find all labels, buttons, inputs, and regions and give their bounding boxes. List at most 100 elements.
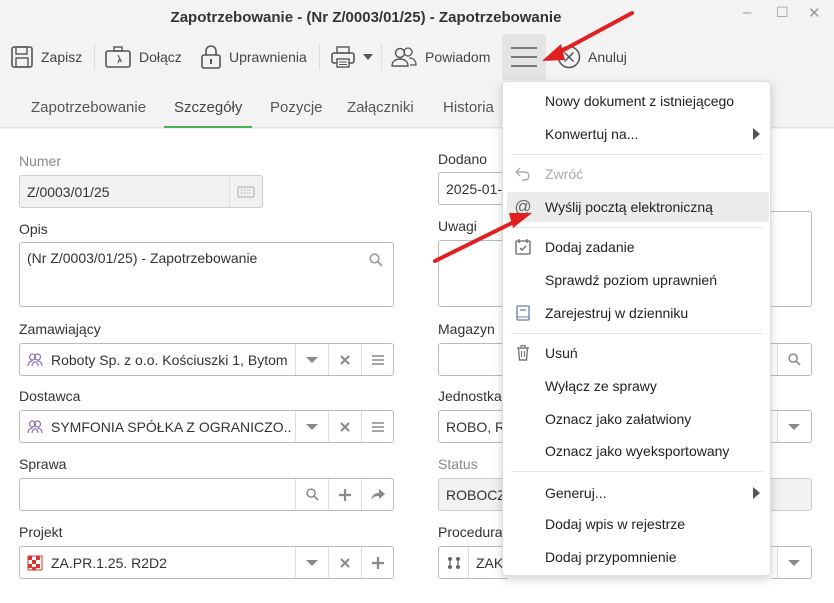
search-icon xyxy=(787,353,801,366)
menu-separator xyxy=(511,471,763,472)
numbering-button[interactable] xyxy=(229,176,262,207)
attach-button[interactable]: Dołącz xyxy=(104,42,182,72)
uwagi-label: Uwagi xyxy=(438,218,477,234)
menu-item-label: Dodaj zadanie xyxy=(545,239,635,255)
close-circle-icon xyxy=(557,45,581,69)
menu-item-label: Dodaj wpis w rejestrze xyxy=(545,516,686,532)
search-icon[interactable] xyxy=(369,253,383,267)
close-icon xyxy=(340,421,350,432)
tab-pozycje[interactable]: Pozycje xyxy=(270,82,323,128)
chevron-down-icon xyxy=(306,356,318,363)
add-button[interactable] xyxy=(361,547,394,578)
clear-button[interactable] xyxy=(328,344,361,375)
notify-button[interactable]: Powiadom xyxy=(390,42,490,72)
opis-field[interactable]: (Nr Z/0003/01/25) - Zapotrzebowanie xyxy=(19,242,394,307)
opis-label: Opis xyxy=(19,221,48,237)
window-title: Zapotrzebowanie - (Nr Z/0003/01/25) - Za… xyxy=(170,9,562,26)
menu-item-label: Dodaj przypomnienie xyxy=(545,549,677,565)
add-button[interactable] xyxy=(328,479,361,510)
magazyn-label: Magazyn xyxy=(438,321,495,337)
list-icon xyxy=(372,421,384,432)
menu-item-add-registry-entry[interactable]: Dodaj wpis w rejestrze xyxy=(503,509,770,539)
numer-field: Z/0003/01/25 xyxy=(19,175,263,208)
dostawca-field[interactable]: SYMFONIA SPÓŁKA Z OGRANICZO... xyxy=(19,410,394,443)
maximize-button[interactable]: ☐ xyxy=(776,4,789,21)
status-label: Status xyxy=(438,456,478,472)
tab-zalaczniki[interactable]: Załączniki xyxy=(347,82,414,128)
menu-item-add-reminder[interactable]: Dodaj przypomnienie xyxy=(503,542,770,572)
numer-value: Z/0003/01/25 xyxy=(27,184,110,200)
dropdown-button[interactable] xyxy=(295,344,328,375)
dropdown-button[interactable] xyxy=(295,547,328,578)
menu-item-delete[interactable]: Usuń xyxy=(503,338,770,368)
jednostka-dropdown-button[interactable] xyxy=(777,411,810,442)
permissions-label: Uprawnienia xyxy=(229,49,307,65)
projekt-field[interactable]: ZA.PR.1.25. R2D2 xyxy=(19,546,394,579)
procedura-dropdown-button[interactable] xyxy=(777,547,810,578)
menu-item-convert[interactable]: Konwertuj na... xyxy=(503,119,770,149)
procedure-icon-box xyxy=(439,547,469,578)
projekt-value: ZA.PR.1.25. R2D2 xyxy=(51,555,167,571)
search-button[interactable] xyxy=(295,479,328,510)
menu-item-label: Wyłącz ze sprawy xyxy=(545,378,657,394)
more-menu-button[interactable] xyxy=(510,42,538,72)
keyboard-icon xyxy=(237,186,255,197)
zamawiajacy-field[interactable]: Roboty Sp. z o.o. Kościuszki 1, Bytom xyxy=(19,343,394,376)
clear-button[interactable] xyxy=(328,411,361,442)
tab-szczegoly[interactable]: Szczegóły xyxy=(164,82,253,128)
undo-icon xyxy=(514,165,532,183)
go-to-button[interactable] xyxy=(361,479,394,510)
menu-item-label: Sprawdź poziom uprawnień xyxy=(545,272,717,288)
menu-item-label: Zwróć xyxy=(545,166,584,182)
plus-icon xyxy=(339,488,351,501)
hamburger-menu-icon xyxy=(511,47,537,67)
journal-icon xyxy=(514,304,532,322)
save-button[interactable]: Zapisz xyxy=(10,42,82,72)
jednostka-field[interactable]: ROBO, Ro xyxy=(438,410,513,443)
toolbar-separator xyxy=(381,44,382,70)
menu-item-label: Nowy dokument z istniejącego xyxy=(545,93,735,109)
procedura-field[interactable]: ZAK xyxy=(438,546,508,579)
list-button[interactable] xyxy=(361,344,394,375)
menu-item-generate[interactable]: Generuj... xyxy=(503,478,770,508)
dodano-field[interactable]: 2025-01- xyxy=(438,172,508,205)
search-icon xyxy=(305,488,319,501)
procedura-label: Procedura xyxy=(438,524,503,540)
clear-button[interactable] xyxy=(328,547,361,578)
chevron-down-icon xyxy=(306,423,318,430)
menu-item-send-email[interactable]: @ Wyślij pocztą elektroniczną xyxy=(507,192,769,222)
cancel-button[interactable]: Anuluj xyxy=(557,42,627,72)
menu-item-label: Konwertuj na... xyxy=(545,126,639,142)
sprawa-field[interactable] xyxy=(19,478,394,511)
attach-label: Dołącz xyxy=(139,49,182,65)
menu-item-mark-done[interactable]: Oznacz jako załatwiony xyxy=(503,404,770,434)
list-button[interactable] xyxy=(361,411,394,442)
menu-item-add-task[interactable]: Dodaj zadanie xyxy=(503,232,770,262)
menu-item-new-from-existing[interactable]: Nowy dokument z istniejącego xyxy=(503,86,770,116)
opis-value: (Nr Z/0003/01/25) - Zapotrzebowanie xyxy=(27,250,258,266)
chevron-down-icon xyxy=(306,559,318,566)
permissions-button[interactable]: Uprawnienia xyxy=(200,42,307,72)
tab-zapotrzebowanie[interactable]: Zapotrzebowanie xyxy=(31,82,146,128)
menu-item-exclude-case[interactable]: Wyłącz ze sprawy xyxy=(503,371,770,401)
menu-item-register-journal[interactable]: Zarejestruj w dzienniku xyxy=(503,298,770,328)
menu-separator xyxy=(511,333,763,334)
sprawa-label: Sprawa xyxy=(19,456,67,472)
uwagi-field[interactable] xyxy=(438,240,508,307)
dostawca-label: Dostawca xyxy=(19,388,81,404)
magazyn-field[interactable] xyxy=(438,343,508,376)
save-label: Zapisz xyxy=(41,49,83,65)
menu-item-check-permissions[interactable]: Sprawdź poziom uprawnień xyxy=(503,265,770,295)
menu-item-mark-exported[interactable]: Oznacz jako wyeksportowany xyxy=(503,436,770,466)
plus-icon xyxy=(372,556,384,569)
magazyn-search-button[interactable] xyxy=(777,344,810,375)
cancel-label: Anuluj xyxy=(588,49,627,65)
dropdown-button[interactable] xyxy=(295,411,328,442)
menu-separator xyxy=(511,154,763,155)
minimize-button[interactable]: – xyxy=(743,4,751,21)
zamawiajacy-label: Zamawiający xyxy=(19,321,101,337)
tab-historia[interactable]: Historia xyxy=(443,82,494,128)
print-button[interactable] xyxy=(330,42,373,72)
close-button[interactable]: ✕ xyxy=(808,4,821,22)
menu-item-return[interactable]: Zwróć xyxy=(503,159,770,189)
